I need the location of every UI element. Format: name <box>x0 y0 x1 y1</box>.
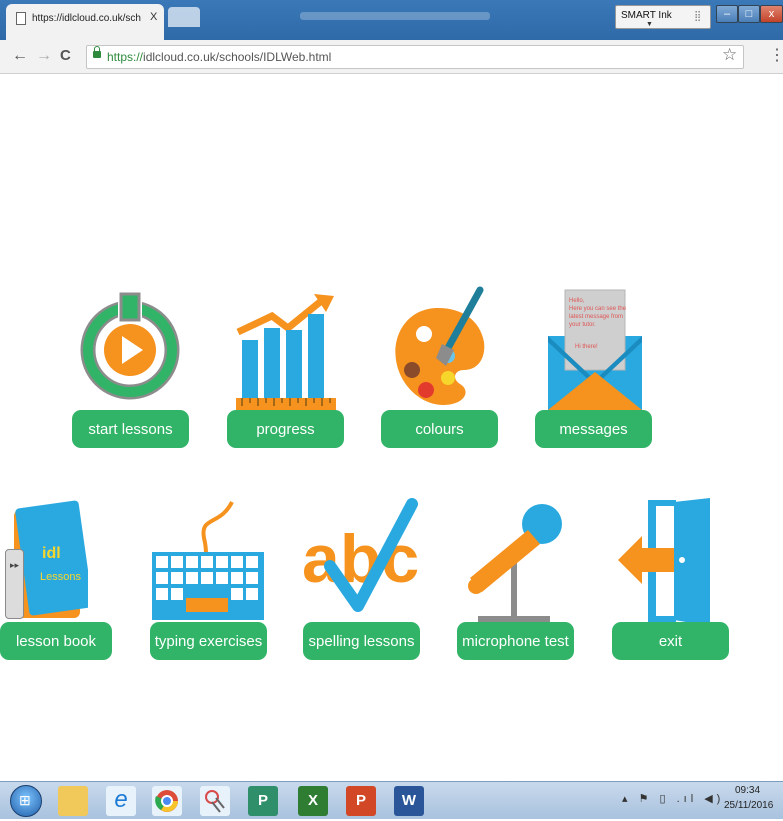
clock-date[interactable]: 25/11/2016 <box>724 800 773 811</box>
message-note-line: Hello, <box>569 298 585 304</box>
excel-icon[interactable]: X <box>298 786 328 816</box>
start-button[interactable]: ⊞ <box>10 785 42 817</box>
window-close-button[interactable]: x <box>760 5 783 23</box>
lesson-book-button[interactable]: lesson book <box>0 622 112 660</box>
messages-button[interactable]: messages <box>535 410 652 448</box>
tab-close-button[interactable]: X <box>150 11 157 23</box>
smart-ink-toolbar[interactable]: SMART Ink ▼ ⣿ <box>615 5 711 29</box>
book-title: Lessons <box>40 571 81 583</box>
exit-door-icon[interactable] <box>616 498 716 626</box>
browser-tab[interactable]: https://idlcloud.co.uk/sch X <box>6 4 164 40</box>
windows-taskbar: ⊞ e P X P W ▴ ⚑ ▯ .ıl ◀) 09:34 25/11/201… <box>0 781 783 819</box>
windows-logo-icon: ⊞ <box>19 792 31 808</box>
internet-explorer-icon[interactable]: e <box>106 786 136 816</box>
palette-icon[interactable] <box>390 286 490 416</box>
spelling-lessons-button[interactable]: spelling lessons <box>303 622 420 660</box>
minimize-button[interactable]: – <box>716 5 738 23</box>
exit-button[interactable]: exit <box>612 622 729 660</box>
message-note-line: latest message from <box>569 314 623 320</box>
back-button[interactable]: ← <box>12 47 28 65</box>
explorer-icon[interactable] <box>58 786 88 816</box>
powerpoint-icon[interactable]: P <box>346 786 376 816</box>
side-panel-handle[interactable]: ▸▸ <box>5 549 24 619</box>
microphone-test-button[interactable]: microphone test <box>457 622 574 660</box>
word-icon[interactable]: W <box>394 786 424 816</box>
colours-button[interactable]: colours <box>381 410 498 448</box>
chrome-icon[interactable] <box>152 786 182 816</box>
expand-arrows-icon: ▸▸ <box>10 560 20 570</box>
reload-button[interactable]: C <box>60 47 71 64</box>
power-play-icon[interactable] <box>80 288 180 413</box>
address-bar[interactable]: https://idlcloud.co.uk/schools/IDLWeb.ht… <box>86 45 744 69</box>
snipping-tool-icon[interactable] <box>200 786 230 816</box>
abc-check-icon[interactable]: abc <box>302 496 424 626</box>
background-window-title <box>300 12 490 20</box>
system-tray[interactable]: ▴ ⚑ ▯ .ıl ◀) <box>622 792 724 805</box>
bar-chart-icon[interactable] <box>234 288 342 418</box>
lock-icon <box>93 46 101 58</box>
page-icon <box>16 12 26 25</box>
bookmark-star-icon[interactable]: ☆ <box>722 45 737 65</box>
message-note-line: Hi there! <box>575 344 598 350</box>
microphone-icon[interactable] <box>466 500 576 626</box>
window-titlebar: https://idlcloud.co.uk/sch X SMART Ink ▼… <box>0 0 783 40</box>
grip-icon[interactable]: ⣿ <box>694 11 701 22</box>
envelope-icon[interactable]: Hello, Here you can see the latest messa… <box>545 288 645 418</box>
start-lessons-button[interactable]: start lessons <box>72 410 189 448</box>
message-note-line: Here you can see the <box>569 306 627 312</box>
browser-toolbar: ← → C https://idlcloud.co.uk/schools/IDL… <box>0 40 783 74</box>
tab-title: https://idlcloud.co.uk/sch <box>32 13 141 24</box>
maximize-button[interactable]: □ <box>738 5 760 23</box>
keyboard-icon[interactable] <box>150 498 266 624</box>
message-note-line: your tutor. <box>569 322 596 328</box>
url-text: https://idlcloud.co.uk/schools/IDLWeb.ht… <box>107 50 332 64</box>
chevron-down-icon[interactable]: ▼ <box>646 21 653 28</box>
browser-menu-button[interactable]: ⋮ <box>769 45 783 65</box>
publisher-icon[interactable]: P <box>248 786 278 816</box>
forward-button[interactable]: → <box>36 47 52 65</box>
new-tab-button[interactable] <box>168 7 200 27</box>
typing-exercises-button[interactable]: typing exercises <box>150 622 267 660</box>
progress-button[interactable]: progress <box>227 410 344 448</box>
book-brand: idl <box>42 545 61 562</box>
clock-time[interactable]: 09:34 <box>735 785 760 796</box>
smart-ink-label: SMART Ink <box>621 10 672 21</box>
